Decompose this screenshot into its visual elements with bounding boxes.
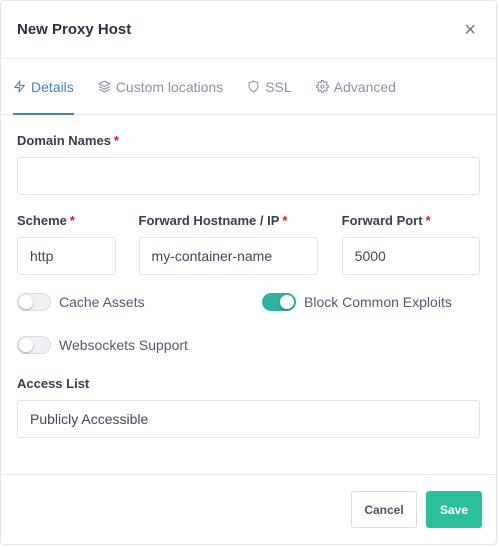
required-mark: * [282, 213, 288, 228]
cache-assets-switch[interactable] [17, 293, 51, 311]
new-proxy-host-dialog: New Proxy Host × Details Custom location… [0, 0, 497, 545]
gear-icon [315, 80, 329, 93]
block-exploits-label: Block Common Exploits [304, 294, 452, 310]
forward-port-input[interactable]: 5000 [341, 237, 480, 275]
scheme-label-text: Scheme [17, 213, 67, 228]
toggle-options: Cache Assets Block Common Exploits Webso… [17, 291, 480, 356]
tab-ssl[interactable]: SSL [247, 59, 303, 114]
close-icon[interactable]: × [460, 18, 480, 42]
scheme-select[interactable]: http [17, 237, 116, 275]
switch-knob [19, 295, 33, 309]
cache-assets-label: Cache Assets [59, 294, 145, 310]
websockets-toggle[interactable]: Websockets Support [17, 336, 188, 354]
required-mark: * [425, 213, 431, 228]
layers-icon [98, 80, 111, 93]
websockets-switch[interactable] [17, 336, 51, 354]
scheme-label: Scheme * [17, 213, 116, 228]
tab-custom-locations-label: Custom locations [115, 78, 224, 95]
dialog-header: New Proxy Host × [1, 1, 496, 59]
forward-row: Scheme * http Forward Hostname / IP * my-c… [17, 213, 480, 275]
required-mark: * [69, 213, 75, 228]
required-mark: * [113, 133, 119, 148]
domain-names-label: Domain Names * [17, 133, 480, 148]
websockets-label: Websockets Support [59, 337, 188, 353]
cache-assets-toggle[interactable]: Cache Assets [17, 293, 262, 311]
tab-custom-locations[interactable]: Custom locations [98, 59, 235, 114]
cancel-button[interactable]: Cancel [351, 491, 417, 528]
tab-advanced-label: Advanced [333, 78, 396, 95]
tab-bar: Details Custom locations SSL Advanced [1, 59, 496, 115]
block-exploits-toggle[interactable]: Block Common Exploits [262, 293, 452, 311]
block-exploits-switch[interactable] [262, 293, 296, 311]
forward-host-label: Forward Hostname / IP * [139, 213, 318, 228]
shield-icon [248, 80, 259, 93]
access-list-select[interactable]: Publicly Accessible [17, 400, 480, 438]
forward-port-label: Forward Port * [342, 213, 480, 228]
forward-host-group: Forward Hostname / IP * my-container-name [138, 213, 318, 275]
form-body: Domain Names * Scheme * http Forward Hostn… [1, 115, 496, 438]
tab-details[interactable]: Details [13, 59, 86, 115]
toggle-row-2: Websockets Support [17, 334, 480, 356]
domain-names-input[interactable] [17, 157, 480, 195]
forward-port-group: Forward Port * 5000 [341, 213, 480, 275]
forward-host-input[interactable]: my-container-name [138, 237, 318, 275]
tab-ssl-label: SSL [265, 78, 292, 95]
switch-knob [280, 295, 294, 309]
tab-advanced[interactable]: Advanced [315, 59, 408, 114]
domain-names-label-text: Domain Names [17, 133, 111, 148]
domain-names-group: Domain Names * [17, 133, 480, 195]
dialog-footer: Cancel Save [1, 474, 496, 544]
save-button[interactable]: Save [426, 491, 482, 528]
tab-details-label: Details [31, 78, 74, 95]
lightning-icon [14, 80, 25, 93]
access-list-label: Access List [17, 376, 90, 391]
toggle-row-1: Cache Assets Block Common Exploits [17, 291, 480, 313]
switch-knob [19, 338, 33, 352]
forward-host-label-text: Forward Hostname / IP [138, 213, 280, 228]
access-list-group: Access List Publicly Accessible [17, 376, 480, 438]
forward-port-label-text: Forward Port [341, 213, 423, 228]
dialog-title: New Proxy Host [17, 21, 132, 38]
scheme-group: Scheme * http [17, 213, 116, 275]
